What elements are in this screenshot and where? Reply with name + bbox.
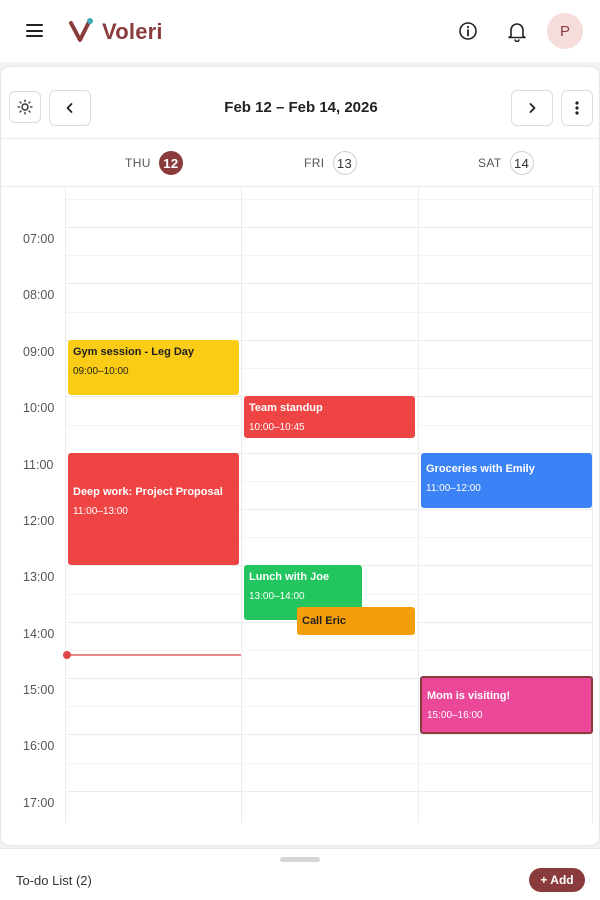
- add-todo-button[interactable]: + Add: [529, 868, 585, 892]
- more-options-button[interactable]: [561, 90, 593, 126]
- info-icon[interactable]: [458, 21, 478, 41]
- day-header-sat[interactable]: SAT 14: [478, 151, 534, 175]
- hour-line: [65, 283, 593, 284]
- time-label: 07:00: [23, 232, 55, 246]
- current-time-dot: [63, 651, 71, 659]
- more-vertical-icon: [575, 101, 579, 115]
- calendar-toolbar: Feb 12 – Feb 14, 2026: [1, 67, 600, 139]
- event-title: Lunch with Joe: [249, 571, 330, 583]
- sun-icon: [17, 99, 33, 115]
- user-avatar[interactable]: P: [547, 13, 583, 49]
- chevron-right-icon: [529, 103, 536, 113]
- event-time: 11:00–13:00: [73, 506, 128, 517]
- time-label: 12:00: [23, 514, 55, 528]
- event-time: 15:00–16:00: [427, 710, 483, 721]
- previous-range-button[interactable]: [49, 90, 91, 126]
- chevron-left-icon: [66, 103, 73, 113]
- theme-toggle-button[interactable]: [9, 91, 41, 123]
- hamburger-menu-icon[interactable]: [26, 23, 43, 38]
- event-title: Mom is visiting!: [427, 690, 511, 702]
- time-label: 08:00: [23, 288, 55, 302]
- event-title: Call Eric: [302, 615, 347, 627]
- event-gym-session[interactable]: Gym session - Leg Day 09:00–10:00: [68, 340, 239, 395]
- time-label: 15:00: [23, 683, 55, 697]
- time-label: 11:00: [23, 458, 54, 472]
- time-label: 10:00: [23, 401, 55, 415]
- date-number: 13: [332, 151, 357, 175]
- todo-list-label[interactable]: To-do List (2): [16, 873, 92, 888]
- half-hour-line: [65, 650, 593, 651]
- current-time-line: [67, 654, 241, 656]
- app-bar: Voleri P: [0, 0, 600, 62]
- time-label: 16:00: [23, 739, 55, 753]
- half-hour-line: [65, 199, 593, 200]
- next-range-button[interactable]: [511, 90, 553, 126]
- weekday-label: THU: [125, 156, 151, 170]
- bell-icon[interactable]: [506, 20, 528, 42]
- event-groceries-with-emily[interactable]: Groceries with Emily 11:00–12:00: [421, 453, 592, 508]
- event-call-eric[interactable]: Call Eric: [297, 607, 415, 635]
- voleri-logo-icon: [69, 18, 93, 42]
- todo-bottom-sheet: To-do List (2) + Add: [0, 848, 600, 900]
- half-hour-line: [65, 255, 593, 256]
- hour-line: [65, 227, 593, 228]
- event-title: Deep work: Project Proposal: [73, 486, 223, 498]
- time-grid[interactable]: 07:00 08:00 09:00 10:00 11:00 12:00 13:0…: [1, 187, 600, 823]
- date-number: 14: [509, 151, 534, 175]
- day-header-fri[interactable]: FRI 13: [304, 151, 357, 175]
- weekday-label: FRI: [304, 156, 325, 170]
- event-time: 09:00–10:00: [73, 366, 129, 377]
- event-title: Gym session - Leg Day: [73, 346, 195, 358]
- day-header-thu[interactable]: THU 12: [125, 151, 183, 175]
- half-hour-line: [65, 312, 593, 313]
- event-title: Groceries with Emily: [426, 463, 535, 475]
- hour-line: [65, 791, 593, 792]
- event-time: 11:00–12:00: [426, 483, 481, 494]
- time-label: 13:00: [23, 570, 55, 584]
- weekday-label: SAT: [478, 156, 502, 170]
- event-title: Team standup: [249, 402, 323, 414]
- date-number: 12: [158, 151, 183, 175]
- half-hour-line: [65, 763, 593, 764]
- event-deep-work[interactable]: Deep work: Project Proposal 11:00–13:00: [68, 453, 239, 565]
- event-time: 13:00–14:00: [249, 591, 305, 602]
- sheet-drag-handle[interactable]: [280, 857, 320, 862]
- time-label: 14:00: [23, 627, 55, 641]
- event-team-standup[interactable]: Team standup 10:00–10:45: [244, 396, 415, 438]
- event-time: 10:00–10:45: [249, 422, 305, 433]
- time-label: 09:00: [23, 345, 55, 359]
- day-header-row: THU 12 FRI 13 SAT 14: [1, 139, 600, 187]
- hour-line: [65, 734, 593, 735]
- calendar-card: Feb 12 – Feb 14, 2026 THU 12 FRI 13 SAT …: [0, 66, 600, 846]
- date-range-title: Feb 12 – Feb 14, 2026: [224, 99, 378, 116]
- event-mom-is-visiting[interactable]: Mom is visiting! 15:00–16:00: [420, 676, 593, 734]
- brand-name: Voleri: [102, 19, 163, 44]
- time-label: 17:00: [23, 796, 55, 810]
